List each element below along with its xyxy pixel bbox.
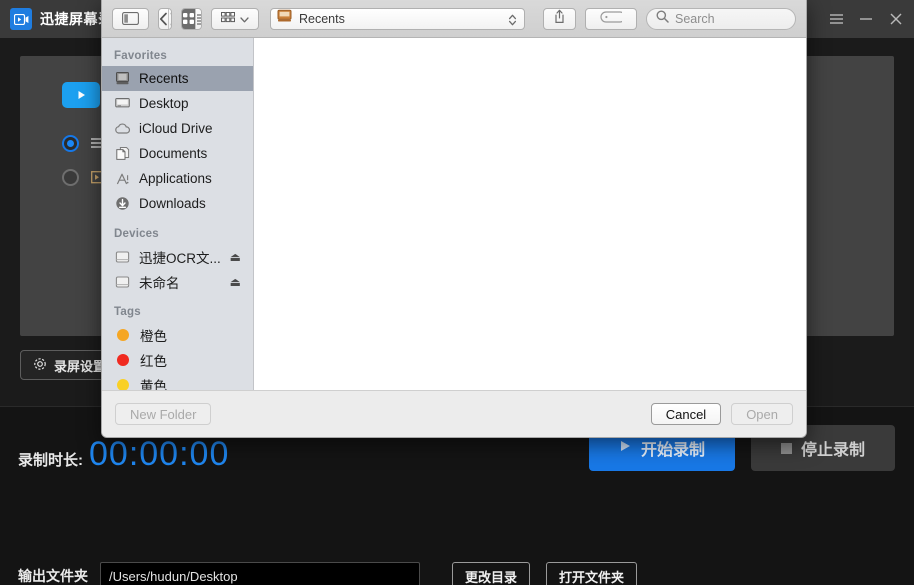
desktop-icon	[114, 95, 131, 112]
open-folder-button[interactable]: 打开文件夹	[546, 562, 637, 585]
eject-icon[interactable]: ⏏	[230, 250, 245, 264]
output-band: 输出文件夹 /Users/hudun/Desktop 更改目录 打开文件夹	[0, 506, 914, 585]
sidebar-item-documents[interactable]: Documents	[102, 141, 253, 166]
sidebar-item-applications[interactable]: Applications	[102, 166, 253, 191]
sidebar-section-favorites-title: Favorites	[102, 44, 253, 66]
eject-icon[interactable]: ⏏	[230, 275, 245, 289]
sidebar-item-downloads-label: Downloads	[139, 196, 206, 211]
sidebar-item-desktop[interactable]: Desktop	[102, 91, 253, 116]
view-mode-buttons[interactable]	[181, 8, 202, 30]
location-popup-label: Recents	[299, 12, 345, 26]
search-input[interactable]: Search	[646, 8, 796, 30]
output-folder-row: 输出文件夹 /Users/hudun/Desktop 更改目录 打开文件夹	[18, 562, 637, 585]
dialog-footer: New Folder Cancel Open	[102, 390, 806, 437]
icon-view-icon[interactable]	[182, 9, 196, 29]
chevron-down-icon	[240, 10, 249, 28]
downloads-icon	[114, 195, 131, 212]
tag-dot-icon	[117, 379, 129, 391]
hamburger-menu-icon[interactable]	[828, 11, 844, 27]
sidebar-item-tag-yellow[interactable]: 黄色	[102, 372, 253, 390]
sidebar-item-tag-red-label: 红色	[140, 350, 167, 370]
cancel-button[interactable]: Cancel	[651, 403, 721, 425]
sidebar-item-icloud-drive[interactable]: iCloud Drive	[102, 116, 253, 141]
recents-clock-icon	[114, 70, 131, 87]
sidebar-item-tag-orange[interactable]: 橙色	[102, 322, 253, 347]
tag-dot-icon	[117, 329, 129, 341]
sidebar-section-devices-title: Devices	[102, 216, 253, 244]
new-folder-button[interactable]: New Folder	[115, 403, 211, 425]
documents-icon	[114, 145, 131, 162]
updown-chevron-icon	[508, 9, 517, 31]
start-recording-label: 开始录制	[641, 436, 705, 460]
dialog-content: Favorites Recents	[102, 38, 806, 390]
play-triangle-icon	[619, 439, 632, 458]
output-folder-label: 输出文件夹	[18, 566, 88, 585]
tag-button[interactable]	[585, 8, 637, 30]
location-popup-button[interactable]: Recents	[270, 8, 525, 30]
disk-icon	[114, 273, 131, 290]
close-icon[interactable]	[888, 11, 904, 27]
footer-actions: Cancel Open	[651, 403, 793, 425]
app-video-logo-icon	[10, 8, 32, 30]
arrange-grid-icon	[221, 10, 235, 28]
screen-recording-settings-label: 录屏设置	[54, 356, 106, 375]
sidebar-section-tags-title: Tags	[102, 294, 253, 322]
sidebar-item-downloads[interactable]: Downloads	[102, 191, 253, 216]
sidebar-item-tag-orange-label: 橙色	[140, 325, 167, 345]
sidebar-item-icloud-drive-label: iCloud Drive	[139, 121, 213, 136]
sidebar-item-desktop-label: Desktop	[139, 96, 189, 111]
recording-timer-label: 录制时长:	[18, 449, 83, 470]
gear-icon	[33, 357, 47, 374]
recording-timer-value: 00:00:00	[89, 437, 229, 471]
recents-clock-icon	[277, 9, 292, 28]
recording-timer: 录制时长: 00:00:00	[18, 437, 229, 471]
sidebar-item-device-1-label: 未命名	[139, 272, 180, 292]
sidebar-item-applications-label: Applications	[139, 171, 212, 186]
navigation-buttons[interactable]	[158, 8, 172, 30]
arrange-button[interactable]	[211, 8, 259, 30]
play-triangle-icon	[62, 82, 100, 108]
sidebar-item-recents-label: Recents	[139, 71, 189, 86]
applications-icon	[114, 170, 131, 187]
sidebar-item-documents-label: Documents	[139, 146, 207, 161]
sidebar-item-device-0-label: 迅捷OCR文...	[139, 247, 221, 267]
change-directory-button[interactable]: 更改目录	[452, 562, 530, 585]
list-view-icon[interactable]	[196, 9, 202, 29]
sidebar-item-device-0[interactable]: 迅捷OCR文... ⏏	[102, 244, 253, 269]
output-folder-path-field[interactable]: /Users/hudun/Desktop	[100, 562, 420, 585]
sidebar-item-device-1[interactable]: 未命名 ⏏	[102, 269, 253, 294]
share-upload-icon	[553, 9, 566, 29]
forward-button[interactable]	[169, 9, 172, 29]
sidebar-toggle-icon[interactable]	[112, 8, 149, 30]
disk-icon	[114, 248, 131, 265]
share-button[interactable]	[543, 8, 576, 30]
back-button[interactable]	[159, 9, 169, 29]
tag-icon	[600, 10, 622, 28]
search-icon	[656, 10, 669, 28]
search-placeholder: Search	[675, 12, 715, 26]
dialog-sidebar: Favorites Recents	[102, 38, 254, 390]
sidebar-item-tag-yellow-label: 黄色	[140, 375, 167, 391]
window-controls	[828, 0, 904, 38]
tag-dot-icon	[117, 354, 129, 366]
file-list-area[interactable]	[254, 38, 806, 390]
radio-selected-icon[interactable]	[62, 135, 79, 152]
open-button[interactable]: Open	[731, 403, 793, 425]
radio-unselected-icon[interactable]	[62, 169, 79, 186]
icloud-icon	[114, 120, 131, 137]
sidebar-item-recents[interactable]: Recents	[102, 66, 253, 91]
dialog-toolbar: Recents	[102, 0, 806, 38]
stop-recording-label: 停止录制	[801, 436, 865, 460]
minimize-icon[interactable]	[858, 11, 874, 27]
stop-square-icon	[781, 443, 792, 454]
sidebar-item-tag-red[interactable]: 红色	[102, 347, 253, 372]
file-open-dialog: Recents	[101, 0, 807, 438]
